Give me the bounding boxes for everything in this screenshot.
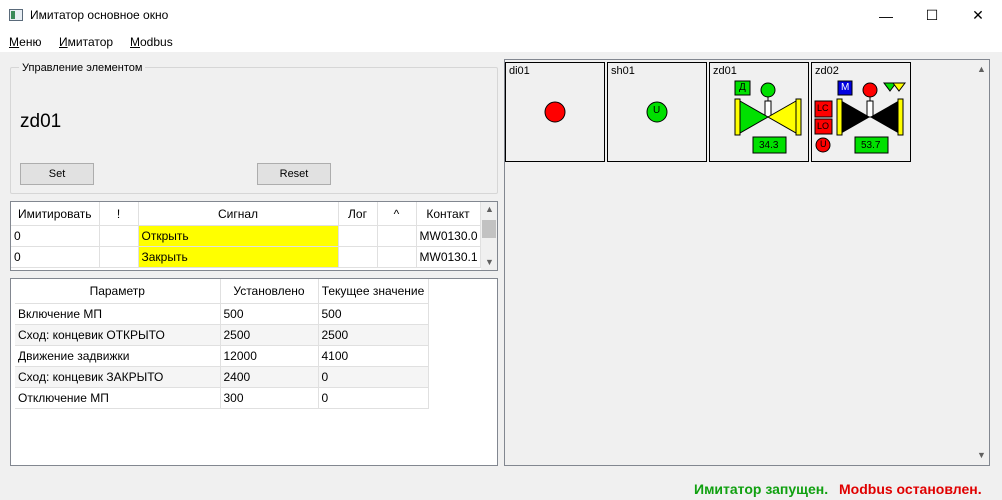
table-row[interactable]: Отключение МП 300 0 bbox=[15, 387, 429, 409]
menu-mnemonic: М bbox=[9, 35, 20, 49]
maximize-icon: ☐ bbox=[925, 7, 939, 23]
excl-cell[interactable] bbox=[99, 246, 139, 268]
menu-mnemonic: И bbox=[59, 35, 68, 49]
imitate-cell[interactable]: 0 bbox=[11, 246, 100, 268]
column-header-caret[interactable]: ^ bbox=[377, 202, 417, 226]
column-header-current[interactable]: Текущее значение bbox=[318, 279, 429, 304]
param-name: Включение МП bbox=[15, 303, 221, 325]
param-set[interactable]: 300 bbox=[220, 387, 319, 409]
simulator-status: Имитатор запущен. bbox=[694, 481, 829, 497]
table-row[interactable]: 0 Закрыть MW0130.1 bbox=[11, 246, 481, 268]
app-icon bbox=[9, 9, 23, 21]
signal-table-scrollbar[interactable]: ▲ ▼ bbox=[481, 202, 497, 270]
valve-position-value: 34.3 bbox=[759, 140, 779, 151]
set-button[interactable]: Set bbox=[20, 163, 94, 185]
di01-indicator bbox=[544, 101, 566, 123]
element-tile-di01[interactable]: di01 bbox=[505, 62, 605, 162]
column-header-contact[interactable]: Контакт bbox=[416, 202, 481, 226]
column-header-set[interactable]: Установлено bbox=[220, 279, 319, 304]
param-name: Сход: концевик ОТКРЫТО bbox=[15, 324, 221, 346]
param-current: 2500 bbox=[318, 324, 429, 346]
param-set[interactable]: 500 bbox=[220, 303, 319, 325]
minimize-icon: — bbox=[879, 7, 893, 24]
modbus-status: Modbus остановлен. bbox=[839, 481, 982, 497]
scroll-thumb[interactable] bbox=[482, 220, 496, 238]
minimize-button[interactable]: — bbox=[863, 0, 909, 31]
mode-label: M bbox=[841, 82, 850, 93]
scroll-up-icon[interactable]: ▲ bbox=[977, 64, 986, 74]
element-tile-sh01[interactable]: sh01 U bbox=[607, 62, 707, 162]
caret-cell[interactable] bbox=[377, 246, 417, 268]
param-name: Сход: концевик ЗАКРЫТО bbox=[15, 366, 221, 388]
signal-cell[interactable]: Закрыть bbox=[138, 246, 339, 268]
table-row[interactable]: Сход: концевик ОТКРЫТО 2500 2500 bbox=[15, 324, 429, 346]
param-current: 0 bbox=[318, 366, 429, 388]
excl-cell[interactable] bbox=[99, 225, 139, 247]
parameter-table: Параметр Установлено Текущее значение Вк… bbox=[10, 278, 498, 466]
param-name: Отключение МП bbox=[15, 387, 221, 409]
table-row[interactable]: Сход: концевик ЗАКРЫТО 2400 0 bbox=[15, 366, 429, 388]
contact-cell[interactable]: MW0130.1 bbox=[416, 246, 481, 268]
menu-item-modbus[interactable]: Modbus bbox=[130, 35, 173, 49]
close-button[interactable]: ✕ bbox=[955, 0, 1001, 31]
contact-cell[interactable]: MW0130.0 bbox=[416, 225, 481, 247]
mode-label: Д bbox=[739, 82, 746, 93]
param-current: 500 bbox=[318, 303, 429, 325]
menu-label: odbus bbox=[140, 35, 173, 49]
menu-item-menu[interactable]: Меню bbox=[9, 35, 41, 49]
scroll-up-icon[interactable]: ▲ bbox=[485, 204, 494, 214]
menu-item-imitator[interactable]: Имитатор bbox=[59, 35, 113, 49]
column-header-log[interactable]: Лог bbox=[338, 202, 378, 226]
reset-button[interactable]: Reset bbox=[257, 163, 331, 185]
menu-label: еню bbox=[19, 35, 42, 49]
column-header-signal[interactable]: Сигнал bbox=[138, 202, 339, 226]
param-name: Движение задвижки bbox=[15, 345, 221, 367]
signal-cell[interactable]: Открыть bbox=[138, 225, 339, 247]
lamp-text: U bbox=[653, 105, 661, 116]
selected-element-name: zd01 bbox=[20, 111, 62, 132]
close-icon: ✕ bbox=[972, 7, 984, 23]
imitate-cell[interactable]: 0 bbox=[11, 225, 100, 247]
param-set[interactable]: 12000 bbox=[220, 345, 319, 367]
param-set[interactable]: 2400 bbox=[220, 366, 319, 388]
menu-label: митатор bbox=[67, 35, 114, 49]
element-tile-zd02[interactable]: zd02 M LC LO U 53.7 bbox=[811, 62, 911, 162]
param-current: 4100 bbox=[318, 345, 429, 367]
column-header-excl[interactable]: ! bbox=[99, 202, 139, 226]
status-lamp-icon bbox=[544, 101, 566, 123]
elements-panel-scrollbar[interactable]: ▲ ▼ bbox=[973, 60, 989, 465]
column-header-parameter[interactable]: Параметр bbox=[15, 279, 221, 304]
window-title: Имитатор основное окно bbox=[30, 8, 169, 22]
maximize-button[interactable]: ☐ bbox=[909, 0, 955, 31]
table-row[interactable]: 0 Открыть MW0130.0 bbox=[11, 225, 481, 247]
group-title: Управление элементом bbox=[19, 62, 146, 74]
limit-badge-open: LO bbox=[817, 121, 830, 131]
scroll-down-icon[interactable]: ▼ bbox=[977, 450, 986, 460]
log-cell[interactable] bbox=[338, 225, 378, 247]
lamp-text: U bbox=[820, 139, 827, 149]
limit-badge-closed: LC bbox=[817, 103, 829, 113]
log-cell[interactable] bbox=[338, 246, 378, 268]
table-row[interactable]: Движение задвижки 12000 4100 bbox=[15, 345, 429, 367]
param-current: 0 bbox=[318, 387, 429, 409]
table-row[interactable]: Включение МП 500 500 bbox=[15, 303, 429, 325]
signal-table: Имитировать ! Сигнал Лог ^ Контакт 0 Отк… bbox=[10, 201, 498, 271]
caret-cell[interactable] bbox=[377, 225, 417, 247]
element-tile-zd01[interactable]: zd01 Д 34.3 bbox=[709, 62, 809, 162]
valve-position-value: 53.7 bbox=[861, 140, 881, 151]
param-set[interactable]: 2500 bbox=[220, 324, 319, 346]
menu-mnemonic: M bbox=[130, 35, 140, 49]
column-header-imitate[interactable]: Имитировать bbox=[11, 202, 100, 226]
scroll-down-icon[interactable]: ▼ bbox=[485, 257, 494, 267]
